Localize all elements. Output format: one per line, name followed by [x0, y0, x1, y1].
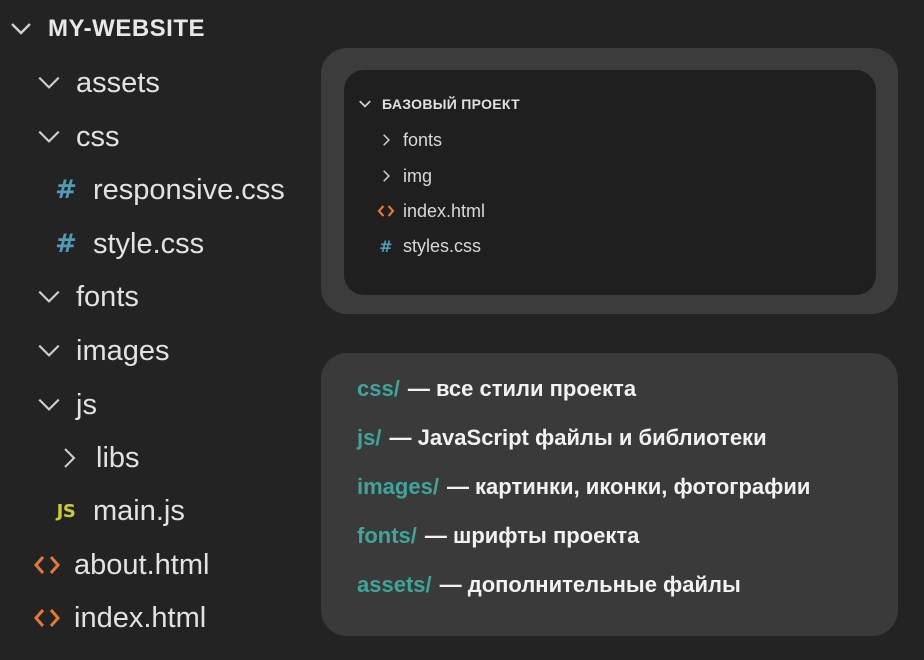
- base-project-item-label: img: [403, 165, 433, 186]
- tree-item-label: main.js: [93, 494, 185, 527]
- description-key: css/: [357, 376, 400, 401]
- chevron-right-icon: [54, 443, 84, 473]
- base-project-explorer: БАЗОВЫЙ ПРОЕКТ fonts img index.html # st…: [344, 70, 876, 295]
- tree-item-label: about.html: [74, 548, 210, 581]
- base-project-file-index-html[interactable]: index.html: [377, 198, 485, 224]
- chevron-down-icon: [34, 122, 64, 152]
- tree-item-label: responsive.css: [93, 173, 285, 206]
- description-images: images/ — картинки, иконки, фотографии: [357, 471, 810, 503]
- tree-item-label: js: [76, 388, 97, 421]
- tree-item-label: css: [76, 120, 120, 153]
- tree-folder-libs[interactable]: libs: [54, 438, 140, 478]
- description-text: — картинки, иконки, фотографии: [446, 474, 811, 499]
- description-text: — дополнительные файлы: [439, 572, 741, 597]
- description-key: fonts/: [357, 523, 417, 548]
- description-key: images/: [357, 474, 439, 499]
- base-project-item-label: fonts: [403, 129, 443, 150]
- folder-descriptions-panel: css/ — все стили проекта js/ — JavaScrip…: [321, 353, 898, 636]
- tree-folder-css[interactable]: css: [34, 117, 120, 157]
- chevron-down-icon: [34, 68, 64, 98]
- description-key: js/: [357, 425, 382, 450]
- base-project-folder-fonts[interactable]: fonts: [377, 127, 442, 153]
- chevron-down-icon: [34, 282, 64, 312]
- js-file-icon: JS: [56, 500, 76, 522]
- tree-item-label: assets: [76, 66, 160, 99]
- tree-item-label: libs: [96, 441, 140, 474]
- base-project-panel: БАЗОВЫЙ ПРОЕКТ fonts img index.html # st…: [321, 48, 898, 314]
- tree-file-about-html[interactable]: about.html: [32, 545, 209, 585]
- tree-file-main-js[interactable]: JS main.js: [51, 491, 185, 531]
- chevron-down-icon: [6, 14, 36, 44]
- tree-folder-images[interactable]: images: [34, 331, 170, 371]
- description-fonts: fonts/ — шрифты проекта: [357, 520, 639, 552]
- css-file-icon: #: [55, 229, 77, 259]
- description-js: js/ — JavaScript файлы и библиотеки: [357, 422, 767, 454]
- description-css: css/ — все стили проекта: [357, 373, 636, 405]
- tree-file-responsive-css[interactable]: # responsive.css: [51, 170, 285, 210]
- tree-item-label: style.css: [93, 227, 205, 260]
- chevron-down-icon: [34, 390, 64, 420]
- base-project-item-label: index.html: [403, 200, 486, 221]
- css-file-icon: #: [55, 175, 77, 205]
- tree-file-index-html[interactable]: index.html: [32, 598, 206, 638]
- html-file-icon: [32, 603, 62, 633]
- tree-item-label: images: [76, 334, 170, 367]
- file-explorer-tree: MY-WEBSITE assets css # responsive.css #…: [0, 0, 310, 660]
- description-assets: assets/ — дополнительные файлы: [357, 569, 741, 601]
- explorer-root-my-website[interactable]: MY-WEBSITE: [6, 9, 205, 49]
- chevron-right-icon: [377, 131, 395, 149]
- base-project-file-styles-css[interactable]: # styles.css: [377, 233, 481, 259]
- chevron-down-icon: [34, 336, 64, 366]
- html-file-icon: [32, 550, 62, 580]
- tree-item-label: fonts: [76, 280, 139, 313]
- description-text: — все стили проекта: [407, 376, 637, 401]
- tree-folder-assets[interactable]: assets: [34, 63, 160, 103]
- base-project-folder-img[interactable]: img: [377, 163, 432, 189]
- tree-folder-fonts[interactable]: fonts: [34, 277, 139, 317]
- description-text: — шрифты проекта: [424, 523, 640, 548]
- description-text: — JavaScript файлы и библиотеки: [389, 425, 767, 450]
- base-project-item-label: styles.css: [403, 235, 482, 256]
- description-key: assets/: [357, 572, 432, 597]
- chevron-right-icon: [377, 167, 395, 185]
- base-project-root-label: БАЗОВЫЙ ПРОЕКТ: [382, 96, 520, 112]
- chevron-down-icon: [356, 95, 374, 113]
- tree-folder-js[interactable]: js: [34, 385, 97, 425]
- tree-item-label: index.html: [74, 601, 207, 634]
- tree-file-style-css[interactable]: # style.css: [51, 224, 204, 264]
- explorer-root-label: MY-WEBSITE: [48, 15, 206, 42]
- base-project-root[interactable]: БАЗОВЫЙ ПРОЕКТ: [356, 91, 520, 117]
- html-file-icon: [377, 202, 395, 220]
- css-file-icon: #: [379, 236, 393, 256]
